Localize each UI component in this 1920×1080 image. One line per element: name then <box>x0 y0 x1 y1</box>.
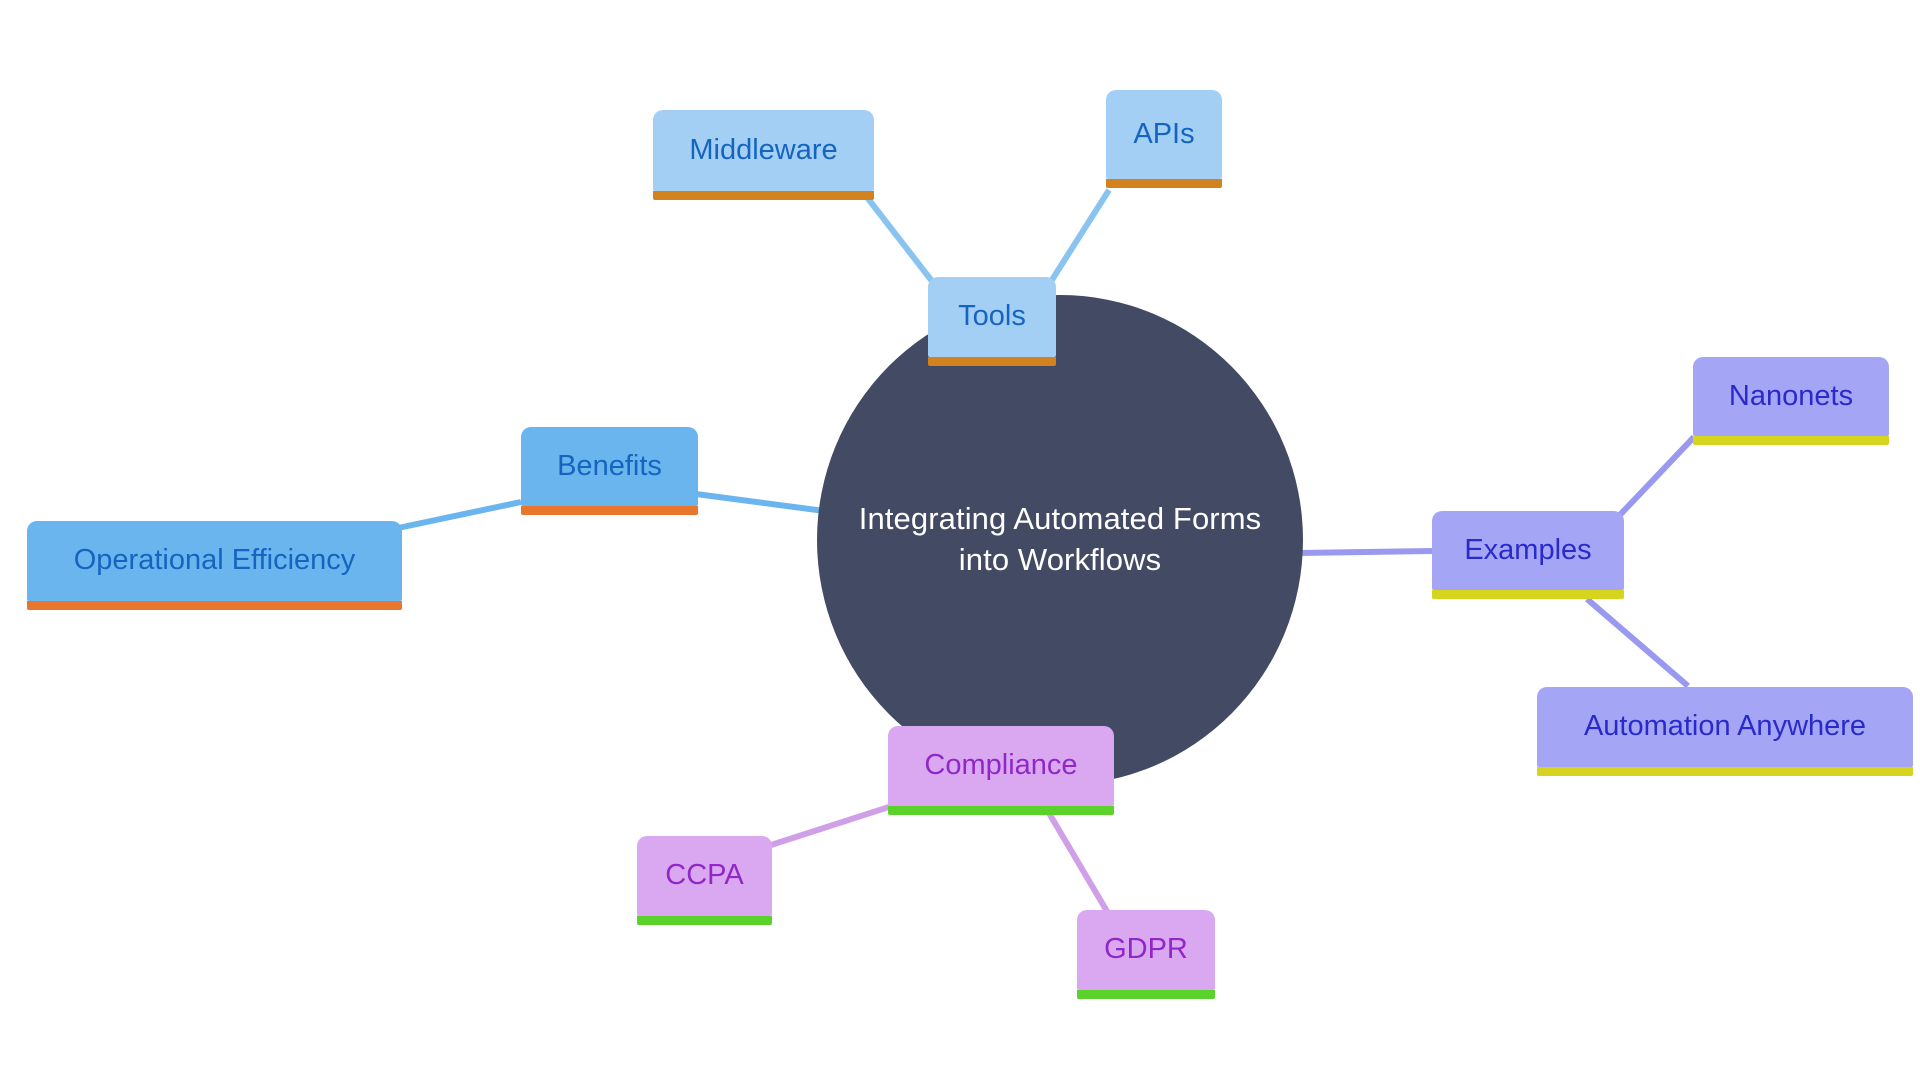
node-label-automation-anywhere: Automation Anywhere <box>1583 710 1867 743</box>
node-accent-underline-apis <box>1106 179 1222 188</box>
node-label-middleware: Middleware <box>689 133 838 166</box>
node-accent-underline-examples <box>1432 590 1624 599</box>
node-label-operational-efficiency: Operational Efficiency <box>73 544 356 577</box>
node-accent-underline-middleware <box>653 191 874 200</box>
edge-root-benefits <box>695 491 833 515</box>
node-accent-underline-nanonets <box>1693 436 1889 445</box>
edge-compliance-ccpa <box>770 803 893 848</box>
central-topic-line-2: into Workflows <box>958 542 1162 577</box>
leaf-node-gdpr[interactable]: GDPR <box>1077 910 1215 999</box>
node-accent-underline-benefits <box>521 506 698 515</box>
node-label-compliance: Compliance <box>924 749 1078 782</box>
node-label-benefits: Benefits <box>557 449 662 482</box>
branch-node-compliance[interactable]: Compliance <box>888 726 1114 815</box>
branch-node-examples[interactable]: Examples <box>1432 511 1624 599</box>
leaf-node-operational-efficiency[interactable]: Operational Efficiency <box>27 521 402 610</box>
central-topic-node[interactable]: Integrating Automated Forms into Workflo… <box>817 295 1303 785</box>
edge-root-examples <box>1298 548 1435 556</box>
central-topic-line-1: Integrating Automated Forms <box>858 501 1262 537</box>
node-label-apis: APIs <box>1133 117 1195 150</box>
node-label-gdpr: GDPR <box>1104 933 1188 966</box>
node-accent-underline-automation-anywhere <box>1537 767 1913 776</box>
edge-examples-aanywhere <box>1585 596 1690 689</box>
branch-node-benefits[interactable]: Benefits <box>521 427 698 515</box>
central-topic-label: Integrating Automated Forms into Workflo… <box>823 499 1297 581</box>
node-label-ccpa: CCPA <box>665 859 744 892</box>
node-accent-underline-ccpa <box>637 916 772 925</box>
branch-node-tools[interactable]: Tools <box>928 277 1056 366</box>
leaf-node-middleware[interactable]: Middleware <box>653 110 874 200</box>
edge-tools-apis <box>1047 188 1112 285</box>
edge-tools-middleware <box>863 194 938 287</box>
edge-compliance-gdpr <box>1043 806 1111 915</box>
node-label-tools: Tools <box>958 300 1026 333</box>
node-label-nanonets: Nanonets <box>1728 379 1854 412</box>
node-accent-underline-operational-efficiency <box>27 601 402 610</box>
leaf-node-nanonets[interactable]: Nanonets <box>1693 357 1889 445</box>
node-label-examples: Examples <box>1464 533 1592 566</box>
node-accent-underline-gdpr <box>1077 990 1215 999</box>
leaf-node-apis[interactable]: APIs <box>1106 90 1222 188</box>
edge-benefits-opeff <box>397 499 522 531</box>
mindmap-canvas: Integrating Automated Forms into Workflo… <box>0 0 1920 1080</box>
leaf-node-automation-anywhere[interactable]: Automation Anywhere <box>1537 687 1913 776</box>
edge-examples-nanonets <box>1614 434 1697 521</box>
leaf-node-ccpa[interactable]: CCPA <box>637 836 772 925</box>
node-accent-underline-compliance <box>888 806 1114 815</box>
node-accent-underline-tools <box>928 357 1056 366</box>
